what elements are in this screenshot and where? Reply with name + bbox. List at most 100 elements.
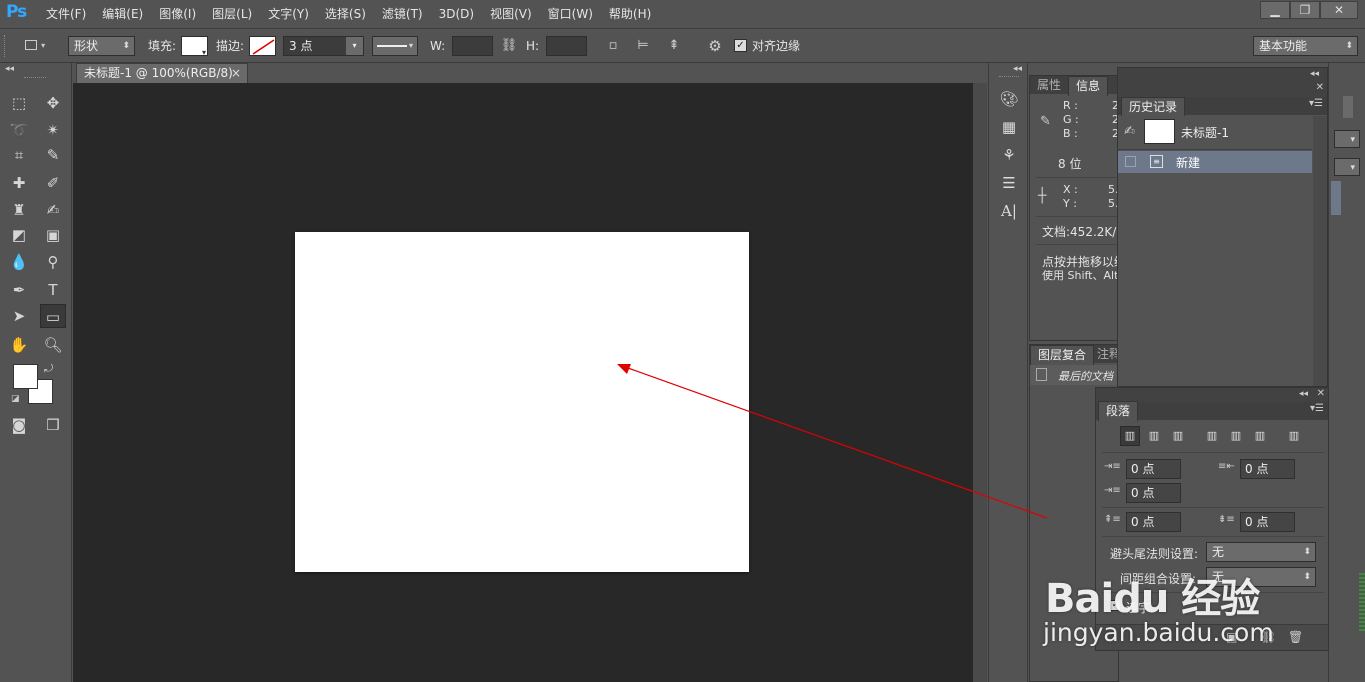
- pen-tool-icon[interactable]: ✒: [6, 278, 32, 302]
- tab-properties[interactable]: 属性: [1030, 76, 1068, 96]
- chevron-down-icon[interactable]: ▾: [346, 37, 363, 55]
- healing-brush-tool-icon[interactable]: ✚: [6, 171, 32, 195]
- stroke-type-select[interactable]: ▾: [372, 36, 418, 56]
- collapse-arrows-icon[interactable]: ◂◂: [5, 64, 14, 74]
- marquee-tool-icon[interactable]: ⬚: [6, 91, 32, 115]
- character-icon[interactable]: A|: [997, 199, 1021, 223]
- menu-window[interactable]: 窗口(W): [548, 0, 593, 28]
- paragraph-panel-titlebar[interactable]: ◂◂ ✕: [1096, 388, 1328, 402]
- blur-tool-icon[interactable]: 💧: [6, 250, 32, 274]
- collapse-arrows-icon[interactable]: ◂◂: [1299, 389, 1308, 399]
- brush-presets-icon[interactable]: ☰: [997, 171, 1021, 195]
- lasso-tool-icon[interactable]: ➰: [6, 118, 32, 142]
- workspace-select[interactable]: 基本功能 ⬍: [1253, 36, 1358, 56]
- align-right-icon[interactable]: ▥: [1168, 426, 1188, 446]
- stroke-width-field[interactable]: 3 点 ▾: [283, 36, 364, 56]
- tab-history[interactable]: 历史记录: [1121, 97, 1186, 117]
- type-tool-icon[interactable]: T: [40, 278, 66, 302]
- indent-right-field[interactable]: 0 点: [1240, 459, 1295, 479]
- collapse-arrows-icon[interactable]: ◂◂: [1310, 69, 1319, 79]
- tab-info[interactable]: 信息: [1068, 76, 1109, 96]
- default-colors-icon[interactable]: ◪: [11, 394, 20, 404]
- path-alignment-icon[interactable]: ⊨: [633, 36, 653, 56]
- close-icon[interactable]: ×: [231, 64, 241, 83]
- document-tab[interactable]: 未标题-1 @ 100%(RGB/8) ×: [76, 63, 248, 83]
- menu-filter[interactable]: 滤镜(T): [382, 0, 423, 28]
- eyedropper-tool-icon[interactable]: ✎: [40, 143, 66, 167]
- hand-tool-icon[interactable]: ✋: [6, 333, 32, 357]
- align-left-icon[interactable]: ▥: [1120, 426, 1140, 446]
- collapse-arrows-icon[interactable]: ◂◂: [1013, 64, 1022, 74]
- height-field[interactable]: [546, 36, 587, 56]
- path-selection-tool-icon[interactable]: ➤: [6, 304, 32, 328]
- menu-select[interactable]: 选择(S): [325, 0, 366, 28]
- swap-colors-icon[interactable]: ⤾: [44, 362, 53, 376]
- minimize-button[interactable]: ▁: [1260, 1, 1290, 19]
- scroll-thumb[interactable]: [1343, 96, 1353, 118]
- swatches-grid-icon[interactable]: ▦: [997, 115, 1021, 139]
- mode-select[interactable]: 形状 ⬍: [68, 36, 135, 56]
- panel-menu-icon[interactable]: ▾☰: [1310, 403, 1324, 414]
- kinsoku-select[interactable]: 无 ⬍: [1206, 542, 1316, 562]
- menu-3d[interactable]: 3D(D): [439, 0, 474, 28]
- no-color-slash-icon: [252, 39, 275, 55]
- quick-mask-icon[interactable]: ◙: [6, 413, 32, 437]
- space-after-field[interactable]: 0 点: [1240, 512, 1295, 532]
- history-panel-titlebar[interactable]: ◂◂: [1118, 68, 1327, 82]
- tool-preset-picker[interactable]: ▾: [18, 35, 52, 57]
- brushes-icon[interactable]: ⚘: [997, 143, 1021, 167]
- path-arrangement-icon[interactable]: ⇞: [663, 36, 685, 56]
- menu-view[interactable]: 视图(V): [490, 0, 532, 28]
- tab-paragraph[interactable]: 段落: [1098, 401, 1139, 421]
- magic-wand-tool-icon[interactable]: ✴: [40, 118, 66, 142]
- menu-layer[interactable]: 图层(L): [212, 0, 252, 28]
- history-scrollbar[interactable]: [1313, 116, 1327, 386]
- align-edges-checkbox[interactable]: ✓: [734, 39, 747, 52]
- eraser-tool-icon[interactable]: ◩: [6, 223, 32, 247]
- fill-swatch[interactable]: ▾: [181, 36, 208, 57]
- screen-mode-icon[interactable]: ❒: [40, 413, 66, 437]
- close-icon[interactable]: ✕: [1316, 82, 1324, 93]
- history-state-row[interactable]: ≡ 新建: [1118, 151, 1312, 173]
- justify-last-center-icon[interactable]: ▥: [1226, 426, 1246, 446]
- gear-icon[interactable]: ⚙: [704, 36, 726, 56]
- dropdown-button[interactable]: ▾: [1334, 130, 1360, 148]
- clone-stamp-tool-icon[interactable]: ♜: [6, 198, 32, 222]
- menu-image[interactable]: 图像(I): [159, 0, 196, 28]
- history-brush-tool-icon[interactable]: ✍: [40, 198, 66, 222]
- justify-all-icon[interactable]: ▥: [1284, 426, 1304, 446]
- brush-tool-icon[interactable]: ✐: [40, 171, 66, 195]
- zoom-tool-icon[interactable]: 🔍︎: [40, 333, 66, 357]
- menu-type[interactable]: 文字(Y): [268, 0, 309, 28]
- link-icon[interactable]: ⛓: [500, 36, 518, 56]
- align-center-icon[interactable]: ▥: [1144, 426, 1164, 446]
- color-palette-icon[interactable]: 🎨︎: [997, 87, 1021, 111]
- panel-menu-icon[interactable]: ▾☰: [1309, 98, 1323, 109]
- dodge-tool-icon[interactable]: ⚲: [40, 250, 66, 274]
- move-tool-icon[interactable]: ✥: [40, 91, 66, 115]
- stroke-swatch[interactable]: [249, 36, 276, 56]
- selected-row-fragment[interactable]: [1331, 181, 1341, 215]
- gradient-tool-icon[interactable]: ▣: [40, 223, 66, 247]
- close-icon[interactable]: ✕: [1317, 388, 1325, 399]
- width-field[interactable]: [452, 36, 493, 56]
- menu-help[interactable]: 帮助(H): [609, 0, 651, 28]
- trash-icon[interactable]: 🗑︎: [1288, 630, 1303, 644]
- rectangle-tool-icon[interactable]: ▭: [40, 304, 66, 328]
- restore-button[interactable]: ❐: [1290, 1, 1320, 19]
- history-snapshot-row[interactable]: ✍ 未标题-1: [1118, 116, 1312, 150]
- close-window-button[interactable]: ✕: [1320, 1, 1358, 19]
- history-source-checkbox[interactable]: [1125, 156, 1136, 167]
- indent-left-field[interactable]: 0 点: [1126, 459, 1181, 479]
- history-brush-source-icon[interactable]: ✍: [1124, 124, 1135, 139]
- menu-edit[interactable]: 编辑(E): [102, 0, 143, 28]
- menu-file[interactable]: 文件(F): [46, 0, 86, 28]
- space-before-field[interactable]: 0 点: [1126, 512, 1181, 532]
- dropdown-button[interactable]: ▾: [1334, 158, 1360, 176]
- indent-first-line-field[interactable]: 0 点: [1126, 483, 1181, 503]
- foreground-color-swatch[interactable]: [13, 364, 38, 389]
- path-operations-icon[interactable]: ▫: [603, 36, 623, 56]
- justify-last-left-icon[interactable]: ▥: [1202, 426, 1222, 446]
- crop-tool-icon[interactable]: ⌗: [6, 143, 32, 167]
- justify-last-right-icon[interactable]: ▥: [1250, 426, 1270, 446]
